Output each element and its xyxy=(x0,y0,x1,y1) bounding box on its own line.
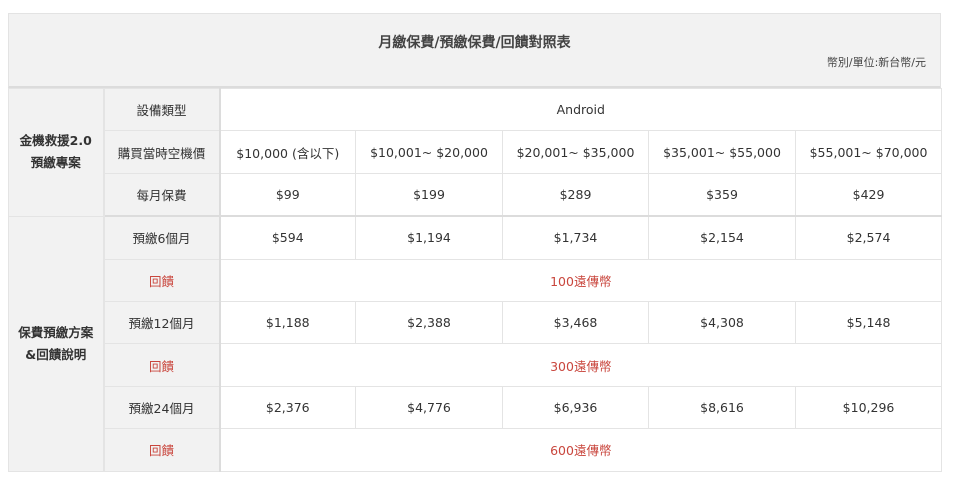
prepay-6-2: $1,194 xyxy=(355,215,503,260)
section-prepay-line-2: &回饋說明 xyxy=(25,346,87,362)
prepay-24-3: $6,936 xyxy=(502,385,649,430)
table-row-monthly: 每月保費 $99 $199 $289 $359 $429 xyxy=(9,172,943,218)
monthly-fee-1: $99 xyxy=(219,172,356,218)
row-label-price: 購買當時空機價 xyxy=(103,130,221,174)
row-label-prepay-12: 預繳12個月 xyxy=(103,300,221,345)
table-row-prepay-24: 預繳24個月 $2,376 $4,776 $6,936 $8,616 $10,2… xyxy=(9,385,943,430)
reward-6-value: 100遠傳幣 xyxy=(218,258,943,302)
prepay-24-4: $8,616 xyxy=(648,385,796,430)
row-label-device-type: 設備類型 xyxy=(103,87,221,132)
fee-comparison-table: 金機救援2.0 預繳專案 設備類型 Android 購買當時空機價 $10,00… xyxy=(8,87,943,472)
price-tier-3: $20,001~ $35,000 xyxy=(502,130,649,174)
prepay-12-3: $3,468 xyxy=(502,300,649,345)
row-label-reward-6: 回饋 xyxy=(103,258,221,302)
price-tier-2: $10,001~ $20,000 xyxy=(355,130,503,174)
section-plan-line-1: 金機救援2.0 xyxy=(19,133,92,149)
prepay-24-5: $10,296 xyxy=(794,385,943,430)
price-tier-1: $10,000 (含以下) xyxy=(219,130,356,174)
prepay-6-4: $2,154 xyxy=(648,215,796,260)
section-prepay: 保費預繳方案 &回饋說明 xyxy=(8,215,105,472)
prepay-24-1: $2,376 xyxy=(219,385,356,430)
reward-12-value: 300遠傳幣 xyxy=(218,343,943,387)
table-row-prepay-6: 保費預繳方案 &回饋說明 預繳6個月 $594 $1,194 $1,734 $2… xyxy=(8,215,943,472)
monthly-fee-3: $289 xyxy=(502,172,649,218)
section-plan-line-2: 預繳專案 xyxy=(30,155,81,171)
price-tier-5: $55,001~ $70,000 xyxy=(794,130,943,174)
table-row-device-type: 金機救援2.0 預繳專案 設備類型 Android xyxy=(8,87,943,217)
monthly-fee-4: $359 xyxy=(648,172,796,218)
prepay-12-1: $1,188 xyxy=(219,300,356,345)
table-row-reward-12: 回饋 300遠傳幣 xyxy=(9,343,943,387)
prepay-24-2: $4,776 xyxy=(355,385,503,430)
device-type-value: Android xyxy=(218,87,943,132)
currency-unit-note: 幣別/單位:新台幣/元 xyxy=(826,56,926,69)
row-label-monthly: 每月保費 xyxy=(103,172,221,218)
prepay-6-3: $1,734 xyxy=(502,215,649,260)
table-header: 月繳保費/預繳保費/回饋對照表 幣別/單位:新台幣/元 xyxy=(8,13,941,88)
table-title: 月繳保費/預繳保費/回饋對照表 xyxy=(378,35,571,51)
row-label-prepay-24: 預繳24個月 xyxy=(103,385,221,430)
comparison-table-container: 月繳保費/預繳保費/回饋對照表 幣別/單位:新台幣/元 金機救援2.0 預繳專案… xyxy=(8,13,943,472)
prepay-6-5: $2,574 xyxy=(794,215,943,260)
section-prepay-line-1: 保費預繳方案 xyxy=(18,324,94,340)
table-row-price: 購買當時空機價 $10,000 (含以下) $10,001~ $20,000 $… xyxy=(9,130,943,174)
prepay-12-5: $5,148 xyxy=(794,300,943,345)
table-row-reward-6: 回饋 100遠傳幣 xyxy=(9,258,943,302)
prepay-12-2: $2,388 xyxy=(355,300,503,345)
table-row-reward-24: 回饋 600遠傳幣 xyxy=(9,428,943,472)
row-label-reward-24: 回饋 xyxy=(103,428,221,472)
price-tier-4: $35,001~ $55,000 xyxy=(648,130,796,174)
table-row-prepay-12: 預繳12個月 $1,188 $2,388 $3,468 $4,308 $5,14… xyxy=(9,300,943,345)
row-label-prepay-6: 預繳6個月 xyxy=(103,215,221,260)
monthly-fee-2: $199 xyxy=(355,172,503,218)
section-plan: 金機救援2.0 預繳專案 xyxy=(8,88,105,217)
prepay-6-1: $594 xyxy=(219,215,356,260)
monthly-fee-5: $429 xyxy=(794,172,943,218)
prepay-12-4: $4,308 xyxy=(648,300,796,345)
reward-24-value: 600遠傳幣 xyxy=(218,428,943,472)
row-label-reward-12: 回饋 xyxy=(103,343,221,387)
